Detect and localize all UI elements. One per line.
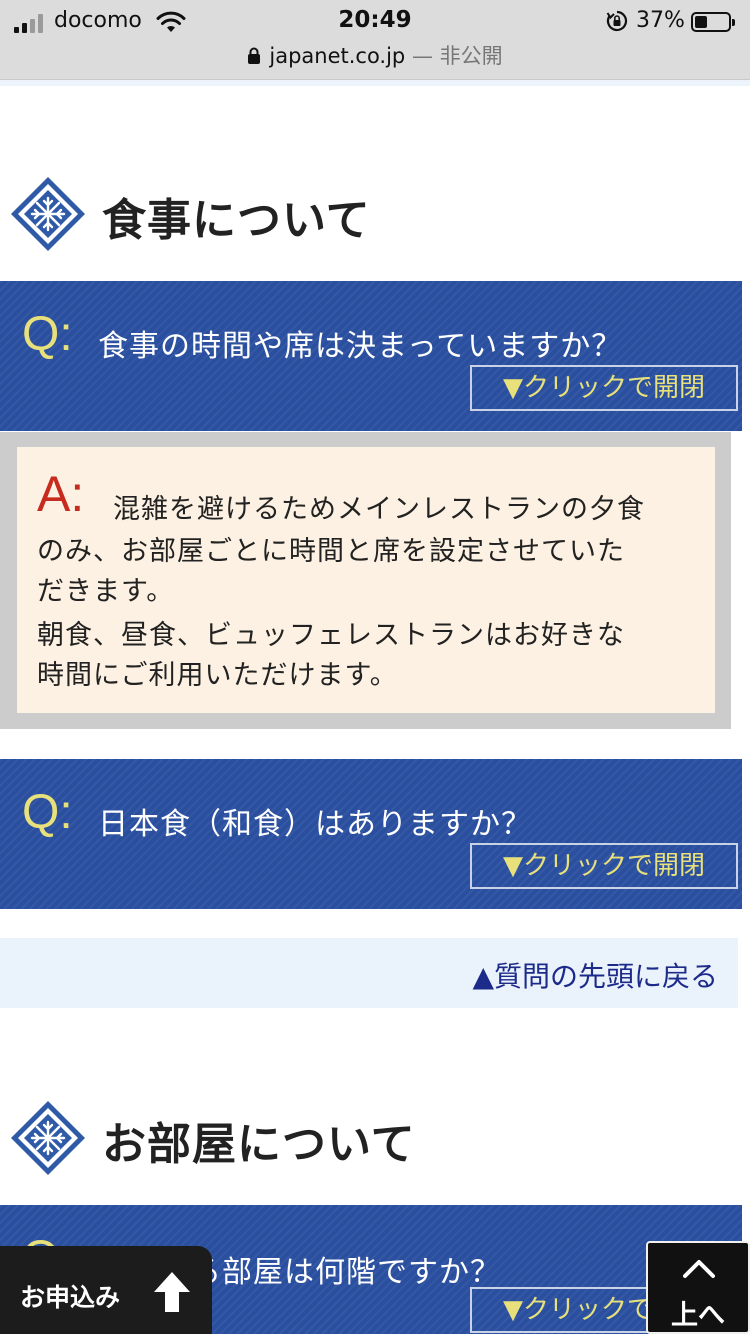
answer-line: 時間にご利用いただけます。 <box>37 660 398 691</box>
section-heading-meals: 食事について <box>10 176 730 256</box>
toggle-open-close-button[interactable]: ▼クリックで開閉 <box>470 843 738 889</box>
apply-button[interactable]: お申込み <box>0 1246 212 1334</box>
answer-line: だきます。 <box>37 576 175 607</box>
answer-line: のみ、お部屋ごとに時間と席を設定させていた <box>37 536 625 567</box>
q-mark: Q: <box>22 308 73 361</box>
section-title: 食事について <box>102 195 371 246</box>
back-to-questions-row: ▲質問の先頭に戻る <box>0 938 738 1008</box>
q-mark: Q: <box>22 786 73 839</box>
diamond-snowflake-emblem-icon <box>11 1101 85 1175</box>
url-status: 非公開 <box>439 44 503 68</box>
question-text: 日本食（和食）はありますか？ <box>98 807 532 842</box>
toggle-open-close-button[interactable]: ▼クリックで開閉 <box>470 365 738 411</box>
apply-label: お申込み <box>20 1283 121 1312</box>
status-bar: docomo 20:49 37% japanet.co.jp — 非公開 <box>0 0 750 80</box>
chevron-up-icon <box>683 1260 715 1278</box>
question-text: 食事の時間や席は決まっていますか？ <box>98 329 623 364</box>
scroll-to-top-label: 上へ <box>671 1300 725 1331</box>
faq-question-meal-time[interactable]: Q: 食事の時間や席は決まっていますか？ ▼クリックで開閉 <box>0 281 742 431</box>
address-bar[interactable]: japanet.co.jp — 非公開 <box>0 40 750 70</box>
diamond-snowflake-emblem-icon <box>11 177 85 251</box>
content-top-strip <box>0 80 750 86</box>
faq-answer-panel: A: 混雑を避けるためメインレストランの夕食 のみ、お部屋ごとに時間と席を設定さ… <box>0 432 731 729</box>
answer-line: 混雑を避けるためメインレストランの夕食 <box>113 494 645 525</box>
battery-percent: 37% <box>636 8 685 33</box>
answer-line: 朝食、昼食、ビュッフェレストランはお好きな <box>37 620 625 651</box>
url-separator: — <box>411 44 433 68</box>
section-title: お部屋について <box>102 1119 416 1170</box>
faq-answer-box: A: 混雑を避けるためメインレストランの夕食 のみ、お部屋ごとに時間と席を設定さ… <box>17 447 715 713</box>
up-arrow-icon <box>154 1272 190 1312</box>
faq-question-japanese-food[interactable]: Q: 日本食（和食）はありますか？ ▼クリックで開閉 <box>0 759 742 909</box>
section-heading-rooms: お部屋について <box>10 1100 730 1180</box>
back-to-questions-link[interactable]: ▲質問の先頭に戻る <box>472 955 718 995</box>
rotation-lock-icon <box>606 10 628 32</box>
url-text: japanet.co.jp <box>269 44 406 68</box>
scroll-to-top-button[interactable]: 上へ <box>646 1241 750 1334</box>
padlock-icon <box>248 47 261 64</box>
battery-icon <box>691 12 735 32</box>
a-mark: A: <box>37 466 85 522</box>
